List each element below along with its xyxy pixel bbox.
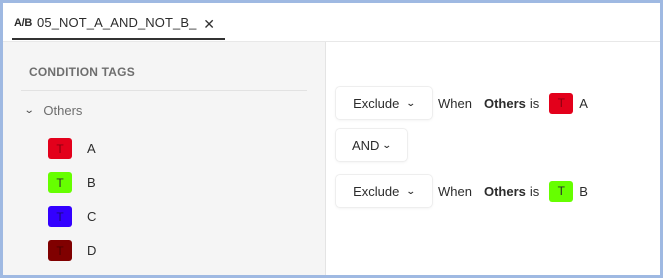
tag-item-d[interactable]: T D	[48, 240, 96, 261]
dropdown-value: Exclude	[353, 183, 400, 199]
when-label: When	[438, 183, 472, 199]
tag-swatch-icon: T	[48, 206, 72, 227]
chevron-down-icon: ⌄	[406, 97, 417, 108]
chevron-down-icon[interactable]: ⌄	[24, 105, 35, 116]
exclude-dropdown[interactable]: Exclude ⌄	[336, 175, 432, 207]
ab-icon: A/B	[14, 16, 33, 29]
tab-label: 05_NOT_A_AND_NOT_B_	[37, 15, 197, 30]
is-label: is	[529, 95, 540, 111]
operator-dropdown[interactable]: AND ⌄	[336, 129, 407, 161]
tag-label: B	[87, 175, 96, 190]
tag-swatch-icon: T	[48, 172, 72, 193]
rule-tag-label: A	[579, 95, 588, 111]
tag-swatch-icon: T	[549, 180, 574, 202]
rule-group-label: Others	[483, 95, 526, 111]
tag-swatch-icon: T	[48, 138, 72, 159]
chevron-down-icon: ⌄	[406, 185, 417, 196]
window-frame: A/B 05_NOT_A_AND_NOT_B_ ✕ CONDITION TAGS…	[0, 0, 663, 278]
tag-swatch-icon: T	[48, 240, 72, 261]
tag-item-c[interactable]: T C	[48, 206, 96, 227]
exclude-dropdown[interactable]: Exclude ⌄	[336, 87, 432, 119]
rule-row-1: Exclude ⌄ When Others is T A	[336, 87, 588, 119]
dropdown-value: Exclude	[353, 95, 400, 111]
when-label: When	[438, 95, 472, 111]
condition-tags-panel: CONDITION TAGS ⌄ Others T A T B T C T D	[3, 42, 325, 275]
tag-swatch-icon: T	[549, 92, 574, 114]
tag-item-b[interactable]: T B	[48, 172, 96, 193]
panel-title: CONDITION TAGS	[29, 65, 135, 79]
chevron-down-icon: ⌄	[382, 139, 393, 150]
rule-group-label: Others	[483, 183, 526, 199]
group-others[interactable]: ⌄ Others	[24, 103, 83, 118]
tag-label: D	[87, 243, 97, 258]
rule-tag-label: B	[579, 183, 588, 199]
dropdown-value: AND	[352, 137, 380, 153]
panel-divider	[21, 90, 307, 91]
close-icon[interactable]: ✕	[203, 16, 215, 33]
tab-bar: A/B 05_NOT_A_AND_NOT_B_ ✕	[3, 3, 660, 41]
is-label: is	[529, 183, 540, 199]
rule-row-2: Exclude ⌄ When Others is T B	[336, 175, 588, 207]
tag-label: C	[87, 209, 97, 224]
group-label: Others	[43, 103, 83, 118]
tab-05-not-a-and-not-b[interactable]: A/B 05_NOT_A_AND_NOT_B_ ✕	[12, 7, 225, 40]
tag-item-a[interactable]: T A	[48, 138, 96, 159]
tag-label: A	[87, 141, 96, 156]
operator-row: AND ⌄	[336, 129, 407, 161]
